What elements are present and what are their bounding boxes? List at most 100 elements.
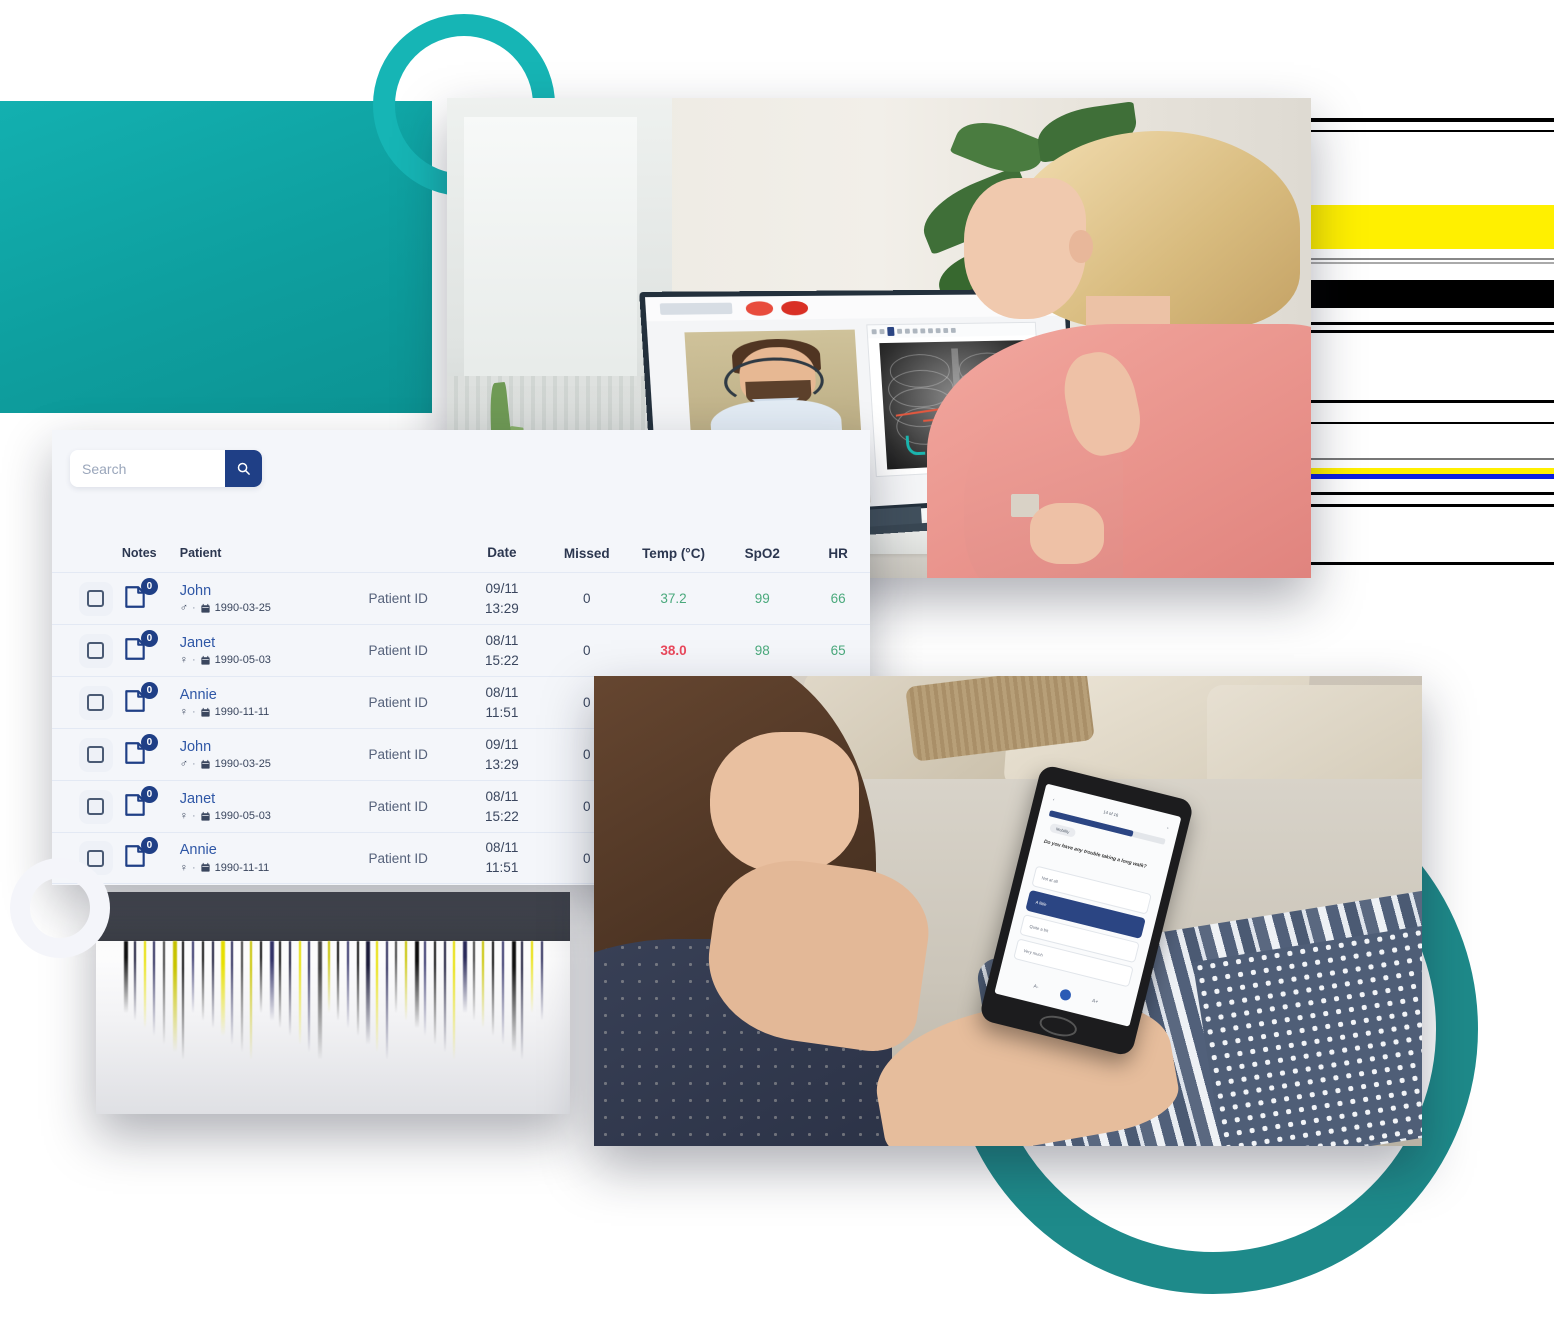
teal-square-decoration bbox=[0, 101, 432, 413]
phone-question-text: Do you have any trouble taking a long wa… bbox=[1043, 839, 1147, 871]
render-artifact-line bbox=[385, 940, 388, 1067]
search-input[interactable] bbox=[70, 450, 225, 487]
render-artifact-line bbox=[472, 940, 475, 1025]
render-artifact-line bbox=[424, 940, 427, 1042]
row-patient-cell: Janet ♀ · 1990-05-03 bbox=[180, 791, 338, 823]
meta-separator: · bbox=[191, 602, 196, 615]
patient-name-link[interactable]: John bbox=[180, 739, 338, 756]
patient-name-link[interactable]: Janet bbox=[180, 635, 338, 652]
patient-meta: ♂ · 1990-03-25 bbox=[180, 758, 338, 770]
search-button[interactable] bbox=[225, 450, 262, 487]
gender-icon: ♀ bbox=[179, 810, 188, 823]
render-artifact-line bbox=[405, 940, 408, 1025]
render-artifact-line bbox=[395, 940, 398, 1017]
woman-in-photo bbox=[862, 117, 1311, 578]
column-header-date[interactable]: Date bbox=[459, 543, 545, 563]
row-checkbox[interactable] bbox=[78, 737, 113, 772]
render-artifact-line bbox=[279, 940, 282, 1034]
calendar-icon bbox=[201, 707, 210, 717]
patient-dob: 1990-03-25 bbox=[214, 758, 271, 771]
notes-button[interactable]: 0 bbox=[122, 681, 158, 718]
row-checkbox[interactable] bbox=[78, 581, 113, 616]
render-artifact-line bbox=[530, 940, 533, 1017]
table-header-row: Notes Patient Date Missed Temp (°C) SpO2… bbox=[52, 534, 870, 572]
phone-font-larger: A+ bbox=[1091, 998, 1099, 1006]
column-header-notes[interactable]: Notes bbox=[122, 546, 180, 560]
notes-button[interactable]: 0 bbox=[122, 577, 158, 614]
render-artifact-line bbox=[492, 940, 495, 1042]
row-notes-cell: 0 bbox=[122, 681, 180, 718]
render-artifact-line bbox=[143, 940, 146, 1034]
render-artifact-line bbox=[163, 940, 166, 1050]
calendar-icon bbox=[201, 603, 210, 613]
column-header-patient[interactable]: Patient bbox=[180, 546, 338, 560]
gender-icon: ♀ bbox=[179, 654, 188, 667]
render-artifact-line bbox=[240, 940, 243, 1058]
table-row[interactable]: 0 John ♂ · 1990-03-25 Patient ID 09/11 13:29 0 37… bbox=[52, 572, 870, 624]
render-artifact-line bbox=[337, 940, 340, 1025]
notes-button[interactable]: 0 bbox=[122, 733, 158, 770]
patient-dob: 1990-11-11 bbox=[214, 706, 270, 719]
patient-dob: 1990-11-11 bbox=[214, 861, 270, 874]
patient-name-link[interactable]: Janet bbox=[180, 791, 338, 808]
meta-separator: · bbox=[191, 706, 196, 719]
patient-meta: ♀ · 1990-11-11 bbox=[180, 706, 338, 718]
patient-meta: ♂ · 1990-03-25 bbox=[180, 602, 338, 614]
render-artifact-line bbox=[134, 940, 137, 1025]
notes-count-badge: 0 bbox=[140, 577, 158, 595]
meta-separator: · bbox=[191, 654, 196, 667]
render-artifact-line bbox=[182, 940, 185, 1067]
gender-icon: ♂ bbox=[179, 758, 188, 771]
column-header-hr[interactable]: HR bbox=[806, 546, 870, 561]
patient-dob: 1990-05-03 bbox=[214, 810, 271, 823]
patient-dob: 1990-05-03 bbox=[214, 654, 271, 667]
render-artifact-line bbox=[201, 940, 204, 1025]
row-patient-cell: Annie ♀ · 1990-11-11 bbox=[180, 687, 338, 719]
render-artifact-line bbox=[443, 940, 446, 1058]
row-date: 09/11 13:29 bbox=[485, 580, 519, 616]
page-root: ‹ 14 of 16 › Mobility Do you have any tr… bbox=[0, 0, 1554, 1342]
row-date: 08/11 15:22 bbox=[485, 632, 519, 668]
meta-separator: · bbox=[191, 758, 196, 771]
row-date: 09/11 13:29 bbox=[485, 736, 519, 772]
render-artifact-line bbox=[453, 940, 456, 1067]
gender-icon: ♀ bbox=[179, 861, 188, 874]
row-checkbox-cell bbox=[70, 581, 122, 616]
render-artifact-streaks bbox=[1311, 110, 1554, 580]
notes-button[interactable]: 0 bbox=[122, 629, 158, 666]
search-icon bbox=[237, 462, 250, 475]
column-header-spo2[interactable]: SpO2 bbox=[718, 546, 806, 561]
phone-pager: 14 of 16 bbox=[1102, 809, 1119, 818]
column-header-temp[interactable]: Temp (°C) bbox=[629, 546, 719, 561]
checkbox-box-icon bbox=[87, 590, 105, 607]
row-patient-id: Patient ID bbox=[368, 850, 428, 866]
row-patient-cell: Annie ♀ · 1990-11-11 bbox=[180, 842, 338, 874]
render-artifact-line bbox=[356, 940, 359, 1042]
notes-button[interactable]: 0 bbox=[122, 785, 158, 822]
checkbox-box-icon bbox=[87, 694, 105, 711]
notes-button[interactable]: 0 bbox=[122, 837, 158, 873]
render-artifact-line bbox=[192, 940, 195, 1017]
patient-meta: ♀ · 1990-11-11 bbox=[180, 862, 338, 874]
row-checkbox[interactable] bbox=[78, 685, 113, 720]
gender-icon: ♀ bbox=[179, 706, 188, 719]
render-artifact-line bbox=[511, 940, 516, 1058]
table-row[interactable]: 0 Janet ♀ · 1990-05-03 Patient ID 08/11 15:22 0 3… bbox=[52, 624, 870, 676]
calendar-icon bbox=[201, 655, 210, 665]
patient-name-link[interactable]: Annie bbox=[180, 842, 338, 859]
patient-meta: ♀ · 1990-05-03 bbox=[180, 654, 338, 666]
patient-name-link[interactable]: Annie bbox=[180, 687, 338, 704]
notes-count-badge: 0 bbox=[140, 785, 158, 803]
render-artifact-line bbox=[463, 940, 468, 1017]
row-checkbox[interactable] bbox=[78, 789, 113, 824]
render-artifact-line bbox=[259, 940, 262, 1017]
row-patient-id: Patient ID bbox=[368, 747, 428, 762]
row-spo2: 98 bbox=[754, 643, 770, 658]
row-date: 08/11 11:51 bbox=[485, 840, 519, 875]
row-notes-cell: 0 bbox=[122, 785, 180, 822]
patient-name-link[interactable]: John bbox=[180, 583, 338, 600]
row-checkbox[interactable] bbox=[78, 633, 113, 668]
meta-separator: · bbox=[191, 810, 196, 823]
row-patient-id: Patient ID bbox=[368, 643, 428, 658]
column-header-missed[interactable]: Missed bbox=[545, 546, 629, 561]
